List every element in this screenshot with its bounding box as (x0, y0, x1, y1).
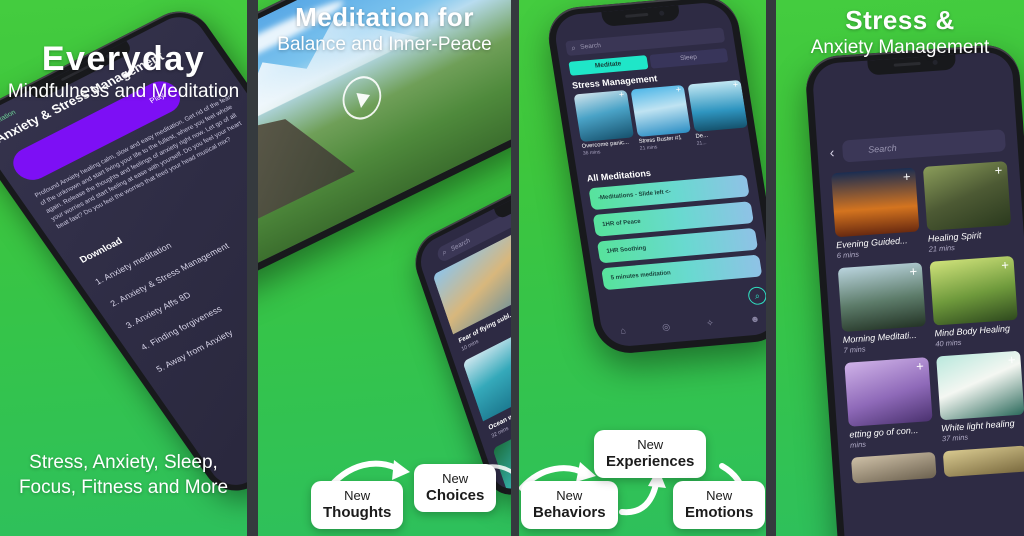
card-image (687, 79, 748, 132)
flow-box-new-experiences: New Experiences (594, 430, 707, 478)
card-image: + (922, 161, 1012, 231)
card[interactable]: Stress Buster #1 21 mins (630, 84, 694, 152)
card[interactable] (850, 451, 937, 484)
card[interactable]: + White light healing 37 mins (936, 350, 1024, 443)
flow-box-line2: Emotions (685, 504, 754, 521)
play-button-label: Play (147, 90, 167, 105)
card-image: + (831, 167, 920, 238)
plus-icon[interactable]: + (994, 162, 1003, 177)
flow-box-line2: Choices (426, 487, 485, 504)
chevron-left-icon[interactable]: ‹ (829, 144, 835, 160)
panel-divider (511, 0, 519, 536)
notch (493, 145, 511, 221)
promo-screenshot: Everyday Mindfulness and Meditation Medi… (0, 0, 1024, 536)
flow-box-line1: New (556, 488, 583, 503)
card[interactable]: + Evening Guided... 6 mins (831, 167, 921, 260)
sparkle-icon[interactable]: ✧ (705, 317, 714, 329)
card[interactable]: + Mind Body Healing 40 mins (929, 255, 1020, 349)
card-image: + (936, 350, 1024, 421)
notch (601, 5, 681, 27)
card-image (850, 451, 937, 484)
card-grid: + Evening Guided... 6 mins + Healing Spi… (831, 161, 1024, 484)
search-icon[interactable]: ⌕ (746, 286, 766, 306)
phone-home: Search Meditate Sleep Stress Management … (544, 0, 766, 356)
card-image (942, 445, 1024, 478)
plus-icon[interactable]: + (909, 264, 918, 279)
notch (867, 54, 957, 76)
phone-1-screen: Meditation Anxiety & Stress Management P… (0, 9, 247, 493)
flow-box-line1: New (344, 488, 371, 503)
panel-everyday: Everyday Mindfulness and Meditation Medi… (0, 0, 247, 536)
phone-anxiety-detail: Meditation Anxiety & Stress Management P… (0, 1, 247, 501)
plus-icon[interactable]: + (1007, 352, 1016, 367)
flow-box-line1: New (637, 437, 664, 452)
card[interactable]: + etting go of con... mins (844, 357, 934, 450)
panel-divider (766, 0, 776, 536)
flow-box-line1: New (442, 471, 469, 486)
flow-box-new-thoughts: New Thoughts (311, 481, 404, 529)
card[interactable]: + Morning Meditati... 7 mins (837, 262, 928, 355)
search-input[interactable]: Search (841, 129, 1006, 163)
flow-box-new-choices: New Choices (414, 464, 497, 512)
plus-icon[interactable]: + (916, 358, 925, 373)
card-image: + (837, 262, 927, 333)
card-image: + (929, 255, 1018, 326)
meditation-list: -Meditations - Slide left <- 1HR of Peac… (588, 174, 763, 295)
flow-box-line2: Behaviors (533, 504, 606, 521)
top-bar: ‹ Search (829, 129, 1006, 163)
card-image: + (844, 357, 933, 427)
card-row: Overcome panic... 36 mins Stress Buster … (573, 79, 751, 157)
phone-4-screen: ‹ Search + Evening Guided... 6 mins + He… (811, 50, 1024, 536)
flow-box-new-emotions: New Emotions (673, 481, 766, 529)
panel-divider (247, 0, 258, 536)
tab-sleep[interactable]: Sleep (648, 48, 729, 69)
home-icon[interactable]: ⌂ (620, 325, 627, 335)
card[interactable] (942, 445, 1024, 478)
phone-3-screen: Search Meditate Sleep Stress Management … (552, 0, 766, 349)
card[interactable]: De... 21... (687, 79, 750, 147)
card[interactable]: Overcome panic... 36 mins (573, 89, 637, 157)
card[interactable]: + Healing Spirit 21 mins (922, 161, 1013, 254)
flow-box-line1: New (706, 488, 733, 503)
flow-box-line2: Thoughts (323, 504, 392, 521)
flow-box-line2: Experiences (606, 453, 695, 470)
panel-1-footer: Stress, Anxiety, Sleep, Focus, Fitness a… (18, 452, 229, 498)
profile-icon[interactable]: ☻ (749, 314, 760, 325)
card-grid: Fear of flying subl... 10 mins Sea Sound… (432, 139, 511, 497)
plus-icon[interactable]: + (1001, 257, 1010, 272)
card-image (573, 89, 635, 142)
compass-icon[interactable]: ◎ (661, 321, 671, 333)
panel-stress-anxiety: Stress & Anxiety Management ‹ Search + E… (776, 0, 1024, 536)
tab-bar: ⌂ ◎ ✧ ☻ (600, 306, 766, 343)
phone-category-list: ‹ Search + Evening Guided... 6 mins + He… (804, 43, 1024, 536)
flow-box-new-behaviors: New Behaviors (521, 481, 618, 529)
card-image (630, 84, 691, 137)
panel-4-heading-line1: Stress & (845, 5, 955, 35)
plus-icon[interactable]: + (902, 169, 911, 184)
tab-meditate[interactable]: Meditate (568, 55, 649, 76)
section-title-all-meditations: All Meditations (586, 167, 652, 184)
